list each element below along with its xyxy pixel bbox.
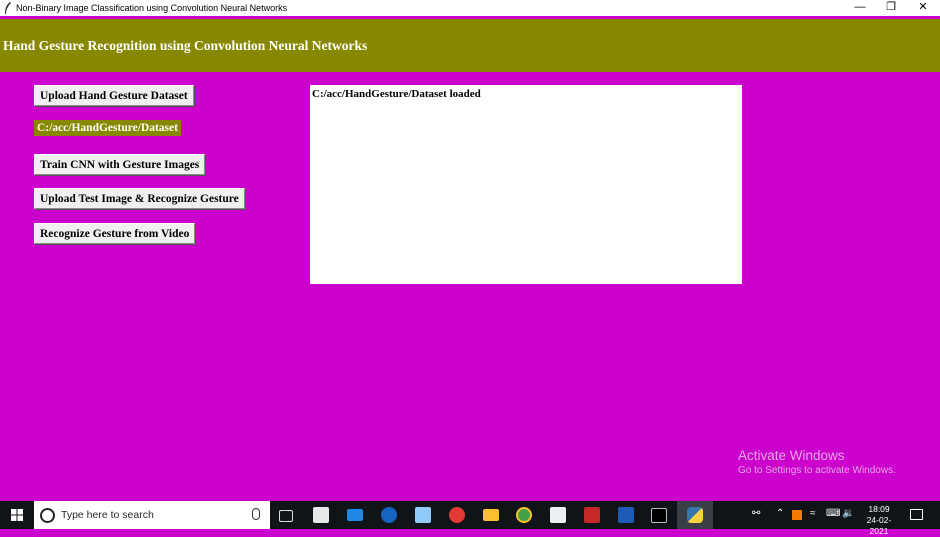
people-icon[interactable]: ⚯ (752, 508, 760, 519)
store-icon[interactable] (313, 507, 329, 523)
file-explorer-icon[interactable] (483, 509, 499, 521)
mail-icon[interactable] (347, 509, 363, 521)
output-line: C:/acc/HandGesture/Dataset loaded (312, 88, 481, 100)
taskbar-clock[interactable]: 18:09 24-02-2021 (858, 504, 900, 537)
watermark-subtitle: Go to Settings to activate Windows. (738, 465, 896, 476)
watermark-title: Activate Windows (738, 448, 845, 463)
clock-time: 18:09 (868, 504, 890, 514)
chrome-icon[interactable] (516, 507, 532, 523)
app-header: Hand Gesture Recognition using Convoluti… (0, 19, 940, 72)
taskbar-search-box[interactable]: Type here to search (34, 501, 270, 529)
notification-center-icon[interactable] (910, 509, 923, 520)
powerpoint-icon[interactable] (584, 507, 600, 523)
cortana-icon (40, 508, 55, 523)
terminal-icon[interactable] (651, 508, 667, 523)
tray-app-icon[interactable] (792, 510, 802, 520)
recognize-video-button[interactable]: Recognize Gesture from Video (34, 223, 196, 244)
taskbar: Type here to search ⚯ ⌃ ≈ ⌨ 🔉 18:09 24-0… (0, 501, 940, 536)
start-button[interactable] (0, 501, 34, 529)
document-icon[interactable] (550, 507, 566, 523)
restore-button[interactable]: ❐ (876, 0, 906, 16)
word-icon[interactable] (618, 507, 634, 523)
python-active-task[interactable] (677, 501, 713, 529)
microphone-icon[interactable] (252, 508, 260, 520)
notepad-icon[interactable] (415, 507, 431, 523)
output-text-area[interactable]: C:/acc/HandGesture/Dataset loaded (310, 85, 742, 284)
window-title-bar: Non-Binary Image Classification using Co… (0, 0, 940, 16)
window-title: Non-Binary Image Classification using Co… (16, 3, 288, 13)
clock-date: 24-02-2021 (866, 515, 892, 536)
keyboard-icon[interactable]: ⌨ (826, 508, 840, 519)
upload-test-image-button[interactable]: Upload Test Image & Recognize Gesture (34, 188, 245, 209)
upload-dataset-button[interactable]: Upload Hand Gesture Dataset (34, 85, 194, 106)
python-icon (687, 507, 703, 523)
train-cnn-button[interactable]: Train CNN with Gesture Images (34, 154, 206, 175)
close-button[interactable]: ✕ (908, 0, 938, 16)
windows-logo-icon (11, 509, 23, 521)
minimize-button[interactable]: — (845, 0, 875, 16)
activate-windows-watermark: Activate Windows Go to Settings to activ… (738, 448, 896, 478)
tk-feather-icon (5, 2, 11, 14)
volume-icon[interactable]: 🔉 (842, 508, 854, 519)
chevron-up-icon[interactable]: ⌃ (776, 508, 784, 519)
edge-icon[interactable] (381, 507, 397, 523)
dataset-path-label: C:/acc/HandGesture/Dataset (34, 120, 181, 136)
wifi-icon[interactable]: ≈ (810, 508, 816, 519)
app-icon[interactable] (449, 507, 465, 523)
app-heading: Hand Gesture Recognition using Convoluti… (3, 38, 368, 53)
task-view-icon[interactable] (279, 510, 293, 522)
search-placeholder: Type here to search (61, 509, 154, 521)
